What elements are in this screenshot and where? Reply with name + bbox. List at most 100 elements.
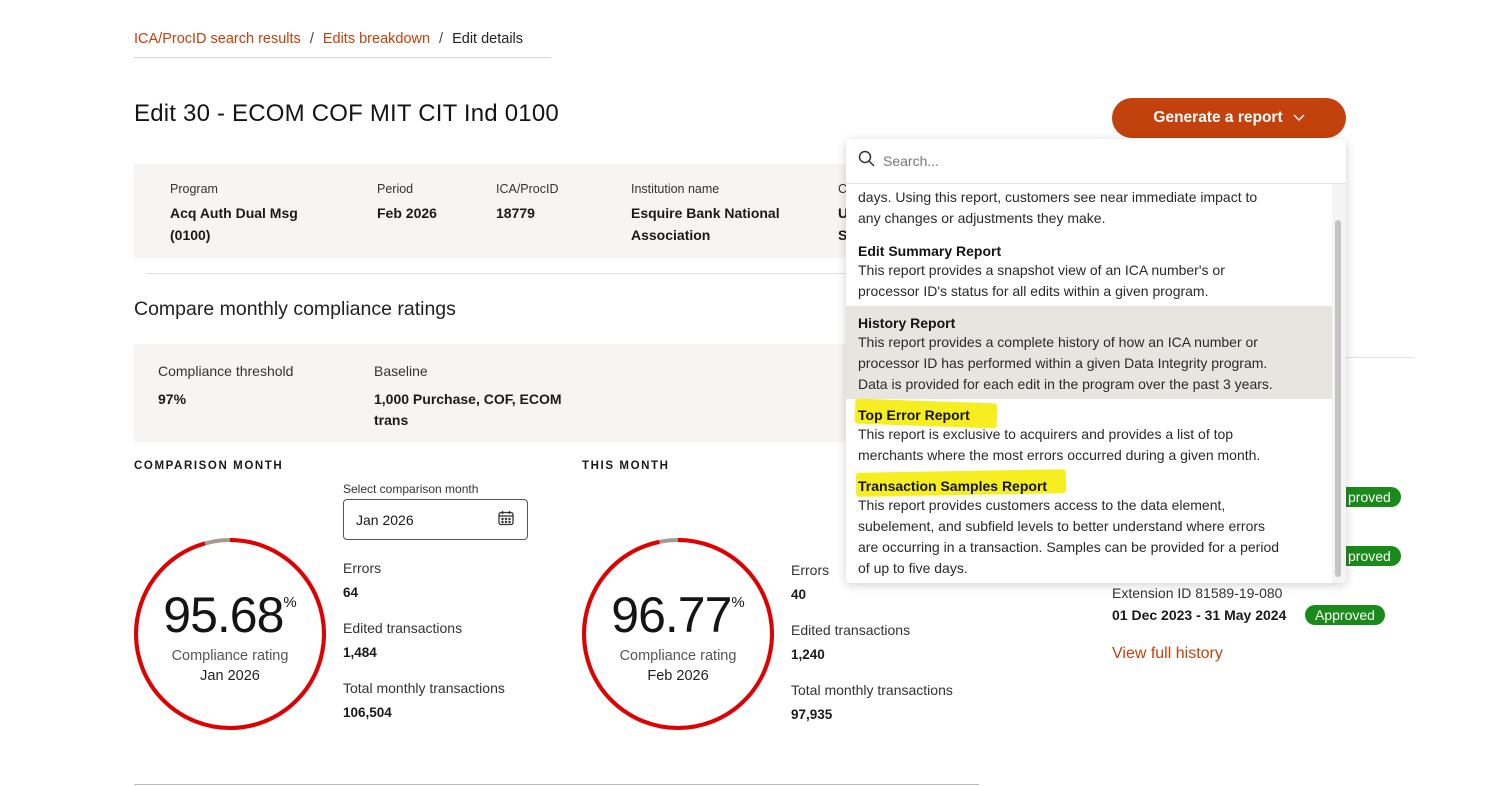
comparison-month-value: Jan 2026 (356, 511, 414, 528)
report-option-history[interactable]: History Report This report provides a co… (846, 306, 1332, 399)
total-value: 97,935 (791, 707, 833, 722)
report-option-edit-summary[interactable]: Edit Summary Report This report provides… (846, 242, 1332, 302)
page-title: Edit 30 - ECOM COF MIT CIT Ind 0100 (134, 100, 559, 127)
comparison-stats: Errors 64 Edited transactions 1,484 Tota… (343, 560, 505, 720)
total-value: 106,504 (343, 705, 392, 720)
this-month-rating-value: 96.77% (580, 586, 776, 644)
report-option-title: Transaction Samples Report (858, 478, 1048, 494)
program-value-line: Acq Auth Dual Msg (170, 205, 298, 221)
total-label: Total monthly transactions (791, 682, 953, 698)
comparison-rating-caption: Compliance rating (171, 648, 289, 664)
program-value: Acq Auth Dual Msg (0100) (170, 202, 298, 246)
generate-report-button[interactable]: Generate a report (1112, 98, 1346, 138)
ica-field: ICA/ProcID 18779 (496, 182, 559, 224)
this-month-heading: THIS MONTH (582, 460, 670, 472)
extension-id: Extension ID 81589-19-080 (1112, 585, 1283, 601)
report-option-desc: This report provides customers access to… (858, 497, 1226, 513)
program-label: Program (170, 182, 218, 196)
report-option-top-error[interactable]: Top Error Report This report is exclusiv… (846, 398, 1332, 466)
breadcrumb-underline (134, 57, 551, 58)
institution-value-line: Esquire Bank National (631, 205, 780, 221)
report-option-desc: processor ID has performed within a give… (858, 355, 1268, 371)
breadcrumb-separator: / (309, 31, 314, 47)
errors-value: 40 (791, 587, 807, 602)
report-option-desc: subelement, and subfield levels to bette… (858, 518, 1266, 534)
extension-date-range: 01 Dec 2023 - 31 May 2024 (1112, 607, 1287, 623)
report-option-desc: This report provides a snapshot view of … (858, 262, 1225, 278)
report-option-title: Top Error Report (858, 407, 970, 423)
calendar-icon[interactable] (497, 509, 515, 530)
period-value: Feb 2026 (377, 205, 437, 221)
report-option-desc: This report is exclusive to acquirers an… (858, 426, 1234, 442)
report-option-transaction-samples[interactable]: Transaction Samples Report This report p… (846, 469, 1332, 579)
generate-report-label: Generate a report (1153, 109, 1283, 126)
ica-value: 18779 (496, 205, 535, 221)
breadcrumb-separator: / (439, 31, 444, 47)
institution-field: Institution name Esquire Bank National A… (631, 182, 780, 246)
comparison-rating-number: 95.68 (163, 587, 284, 643)
comparison-rating-value: 95.68% (132, 586, 328, 644)
report-option-title: History Report (858, 315, 956, 331)
this-month-rating-gauge: 96.77% Compliance rating Feb 2026 (580, 536, 776, 732)
compare-section-title: Compare monthly compliance ratings (134, 298, 456, 320)
comparison-rating-month: Jan 2026 (200, 668, 260, 684)
dropdown-scrollbar[interactable] (1332, 184, 1346, 583)
dropdown-scrollbar-thumb[interactable] (1335, 220, 1341, 577)
baseline-value-line: trans (374, 412, 409, 428)
percent-sign: % (283, 594, 297, 611)
edit-info-panel: Program Acq Auth Dual Msg (0100) Period … (134, 164, 914, 258)
baseline-label: Baseline (374, 363, 428, 379)
report-dropdown: Search... days. Using this report, custo… (846, 139, 1346, 583)
program-field: Program Acq Auth Dual Msg (0100) (170, 182, 298, 246)
institution-value: Esquire Bank National Association (631, 202, 780, 246)
view-full-history-link[interactable]: View full history (1112, 645, 1223, 663)
report-search[interactable]: Search... (846, 139, 1346, 184)
this-month-rating-number: 96.77 (611, 587, 732, 643)
breadcrumb-link-edits-breakdown[interactable]: Edits breakdown (323, 31, 430, 47)
this-month-stats: Errors 40 Edited transactions 1,240 Tota… (791, 562, 953, 722)
comparison-month-select[interactable]: Jan 2026 (343, 499, 528, 540)
select-month-label: Select comparison month (343, 482, 479, 496)
threshold-field: Compliance threshold 97% (158, 363, 293, 410)
baseline-field: Baseline 1,000 Purchase, COF, ECOM trans (374, 363, 562, 431)
status-badge: Approved (1305, 605, 1385, 625)
percent-sign: % (731, 594, 745, 611)
edited-value: 1,240 (791, 647, 825, 662)
period-label: Period (377, 182, 414, 196)
institution-value-line: Association (631, 227, 711, 243)
report-option-desc: any changes or adjustments they make. (858, 210, 1106, 226)
period-field: Period Feb 2026 (377, 182, 437, 224)
report-option-desc: are occurring in a transaction. Samples … (858, 539, 1280, 555)
edited-label: Edited transactions (343, 620, 463, 636)
institution-label: Institution name (631, 182, 720, 196)
search-input[interactable]: Search... (883, 153, 939, 169)
this-month-rating-month: Feb 2026 (647, 668, 709, 684)
report-option-desc: of up to five days. (858, 560, 968, 576)
errors-label: Errors (343, 560, 382, 576)
report-option-desc: Data is provided for each edit in the pr… (858, 376, 1273, 392)
threshold-panel: Compliance threshold 97% Baseline 1,000 … (134, 344, 854, 442)
breadcrumb-current: Edit details (452, 31, 524, 47)
comparison-month-heading: COMPARISON MONTH (134, 460, 284, 472)
this-month-rating-caption: Compliance rating (619, 648, 737, 664)
comparison-rating-gauge: 95.68% Compliance rating Jan 2026 (132, 536, 328, 732)
total-label: Total monthly transactions (343, 680, 505, 696)
search-icon (858, 150, 875, 172)
chevron-down-icon (1293, 111, 1305, 125)
edited-value: 1,484 (343, 645, 377, 660)
report-option-desc: days. Using this report, customers see n… (858, 189, 1258, 205)
breadcrumb: ICA/ProcID search results / Edits breakd… (134, 31, 523, 47)
baseline-value: 1,000 Purchase, COF, ECOM trans (374, 389, 562, 431)
threshold-label: Compliance threshold (158, 363, 294, 379)
report-option-title: Edit Summary Report (858, 243, 1002, 259)
report-option-partial[interactable]: days. Using this report, customers see n… (846, 187, 1332, 229)
edited-label: Edited transactions (791, 622, 911, 638)
bottom-divider (134, 784, 979, 785)
report-option-desc: merchants where the most errors occurred… (858, 447, 1261, 463)
report-list: days. Using this report, customers see n… (846, 184, 1332, 583)
breadcrumb-link-search-results[interactable]: ICA/ProcID search results (134, 31, 301, 47)
report-option-desc: processor ID's status for all edits with… (858, 283, 1209, 299)
errors-value: 64 (343, 585, 359, 600)
baseline-value-line: 1,000 Purchase, COF, ECOM (374, 391, 562, 407)
program-value-line: (0100) (170, 227, 211, 243)
